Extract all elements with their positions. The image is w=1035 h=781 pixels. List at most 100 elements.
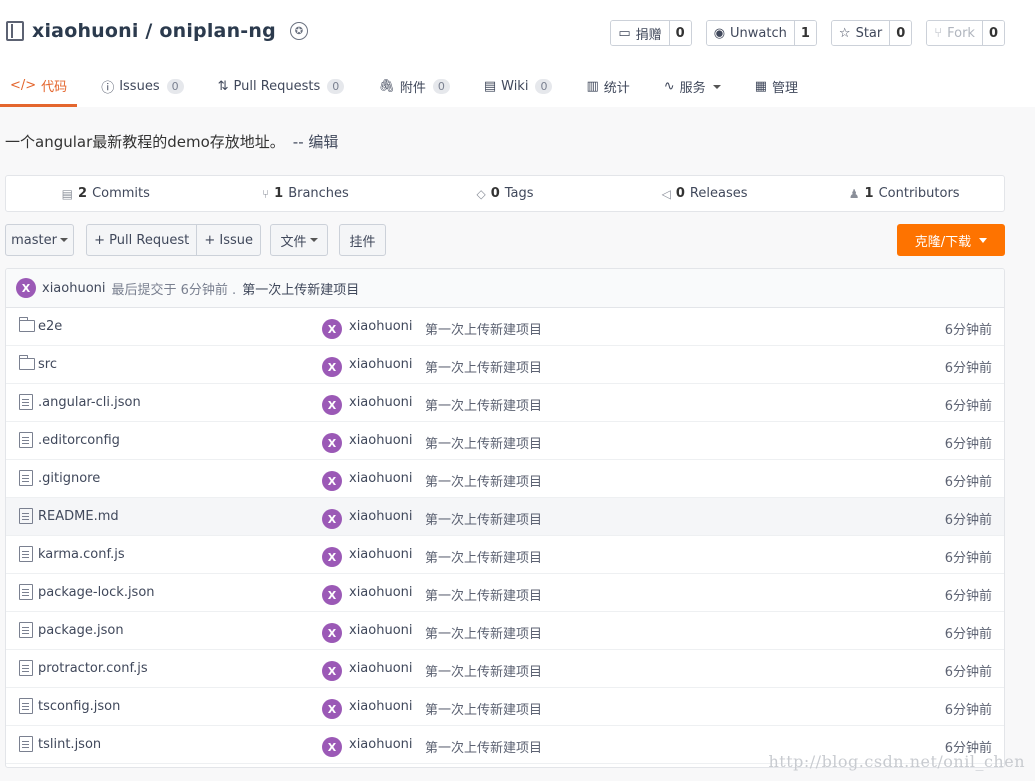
commit-author[interactable]: xiaohuoni (349, 547, 413, 562)
commit-author[interactable]: xiaohuoni (349, 319, 413, 334)
file-name-link[interactable]: .editorconfig (38, 433, 120, 448)
commit-author[interactable]: xiaohuoni (349, 471, 413, 486)
commit-author[interactable]: xiaohuoni (349, 661, 413, 676)
tab-pull-requests-label: Pull Requests (233, 79, 321, 94)
commit-author[interactable]: xiaohuoni (349, 357, 413, 372)
commit-author[interactable]: xiaohuoni (349, 699, 413, 714)
avatar[interactable]: X (322, 319, 342, 339)
table-row[interactable]: .gitignore Xxiaohuoni 第一次上传新建项目 6分钟前 (6, 460, 1004, 498)
watch-count[interactable]: 1 (793, 21, 816, 45)
avatar[interactable]: X (322, 471, 342, 491)
donate-count[interactable]: 0 (668, 21, 691, 45)
commit-message-link[interactable]: 第一次上传新建项目 (425, 661, 542, 680)
table-row[interactable]: package.json Xxiaohuoni 第一次上传新建项目 6分钟前 (6, 612, 1004, 650)
file-name-link[interactable]: package.json (38, 623, 124, 638)
file-name-link[interactable]: .angular-cli.json (38, 395, 141, 410)
file-name-link[interactable]: README.md (38, 509, 119, 524)
tab-manage[interactable]: ▦ 管理 (745, 66, 808, 107)
commit-message-link[interactable]: 第一次上传新建项目 (425, 699, 542, 718)
commit-message-link[interactable]: 第一次上传新建项目 (425, 319, 542, 338)
clone-label: 克隆/下载 (914, 234, 972, 250)
donate-button[interactable]: ▭ 捐赠 0 (610, 20, 692, 46)
commit-message-link[interactable]: 第一次上传新建项目 (425, 547, 542, 566)
file-name-link[interactable]: protractor.conf.js (38, 661, 148, 676)
commit-message-link[interactable]: 第一次上传新建项目 (425, 585, 542, 604)
chevron-down-icon (979, 237, 988, 243)
avatar[interactable]: X (322, 433, 342, 453)
unwatch-button[interactable]: ◉ Unwatch 1 (705, 20, 817, 46)
tab-issues[interactable]: ⓘ Issues 0 (91, 66, 193, 107)
stat-releases[interactable]: ◁ 0 Releases (605, 176, 805, 211)
avatar[interactable]: X (322, 357, 342, 377)
commit-message-link[interactable]: 第一次上传新建项目 (425, 433, 542, 452)
table-row[interactable]: karma.conf.js Xxiaohuoni 第一次上传新建项目 6分钟前 (6, 536, 1004, 574)
avatar[interactable]: X (322, 395, 342, 415)
file-name-link[interactable]: package-lock.json (38, 585, 155, 600)
commit-author[interactable]: xiaohuoni (349, 433, 413, 448)
fork-button[interactable]: ⑂ Fork 0 (926, 20, 1005, 46)
stat-contributors[interactable]: ♟ 1 Contributors (804, 176, 1004, 211)
widget-button[interactable]: 挂件 (339, 224, 386, 256)
avatar[interactable]: X (322, 623, 342, 643)
commit-message-link[interactable]: 第一次上传新建项目 (425, 395, 542, 414)
stat-tags[interactable]: ◇ 0 Tags (405, 176, 605, 211)
commit-author[interactable]: xiaohuoni (349, 737, 413, 752)
chevron-down-icon (309, 238, 318, 242)
commit-author[interactable]: xiaohuoni (349, 395, 413, 410)
commit-message-link[interactable]: 第一次上传新建项目 (425, 509, 542, 528)
tab-wiki[interactable]: ▤ Wiki 0 (474, 66, 563, 107)
new-pull-request-button[interactable]: + Pull Request (87, 233, 196, 248)
avatar[interactable]: X (322, 699, 342, 719)
new-issue-button[interactable]: + Issue (197, 233, 260, 248)
avatar[interactable]: X (16, 278, 36, 298)
last-commit-message[interactable]: 第一次上传新建项目 (242, 279, 359, 298)
commit-message-link[interactable]: 第一次上传新建项目 (425, 471, 542, 490)
branches-count: 1 (274, 186, 284, 201)
table-row[interactable]: .angular-cli.json Xxiaohuoni 第一次上传新建项目 6分钟前 (6, 384, 1004, 422)
commit-message-link[interactable]: 第一次上传新建项目 (425, 357, 542, 376)
file-name-link[interactable]: src (38, 357, 57, 372)
table-row[interactable]: src Xxiaohuoni 第一次上传新建项目 6分钟前 (6, 346, 1004, 384)
avatar[interactable]: X (322, 661, 342, 681)
edit-description-link[interactable]: -- 编辑 (293, 133, 339, 151)
commit-author[interactable]: xiaohuoni (349, 585, 413, 600)
avatar[interactable]: X (322, 509, 342, 529)
tab-code[interactable]: </> 代码 (0, 66, 78, 107)
contributors-label: Contributors (878, 186, 960, 201)
star-count[interactable]: 0 (889, 21, 912, 45)
commit-message-link[interactable]: 第一次上传新建项目 (425, 737, 542, 756)
file-name-link[interactable]: .gitignore (38, 471, 100, 486)
commit-author[interactable]: xiaohuoni (349, 623, 413, 638)
file-name-link[interactable]: e2e (38, 319, 62, 334)
avatar[interactable]: X (322, 585, 342, 605)
commit-time: 6分钟前 (944, 703, 992, 718)
file-name-link[interactable]: tsconfig.json (38, 699, 120, 714)
clone-download-button[interactable]: 克隆/下载 (897, 224, 1005, 256)
file-name-link[interactable]: karma.conf.js (38, 547, 125, 562)
badge-icon[interactable]: ✪ (289, 22, 308, 40)
table-row[interactable]: README.md Xxiaohuoni 第一次上传新建项目 6分钟前 (6, 498, 1004, 536)
tab-services[interactable]: ∿ 服务 (654, 66, 731, 107)
files-menu-button[interactable]: 文件 (270, 224, 328, 256)
table-row[interactable]: tsconfig.json Xxiaohuoni 第一次上传新建项目 6分钟前 (6, 688, 1004, 726)
tab-stats[interactable]: ▥ 统计 (576, 66, 639, 107)
star-button[interactable]: ☆ Star 0 (830, 20, 913, 46)
avatar[interactable]: X (322, 737, 342, 757)
tab-pull-requests[interactable]: ⇅ Pull Requests 0 (208, 66, 355, 107)
commit-author[interactable]: xiaohuoni (349, 509, 413, 524)
table-row[interactable]: package-lock.json Xxiaohuoni 第一次上传新建项目 6分钟前 (6, 574, 1004, 612)
table-row[interactable]: .editorconfig Xxiaohuoni 第一次上传新建项目 6分钟前 (6, 422, 1004, 460)
commit-time: 6分钟前 (944, 589, 992, 604)
table-row[interactable]: e2e Xxiaohuoni 第一次上传新建项目 6分钟前 (6, 308, 1004, 346)
avatar[interactable]: X (322, 547, 342, 567)
table-row[interactable]: protractor.conf.js Xxiaohuoni 第一次上传新建项目 6分钟… (6, 650, 1004, 688)
stat-branches[interactable]: ⑂ 1 Branches (206, 176, 406, 211)
commit-message-link[interactable]: 第一次上传新建项目 (425, 623, 542, 642)
tab-attachments[interactable]: 🖇 附件 0 (368, 66, 460, 107)
stat-commits[interactable]: ▤ 2 Commits (6, 176, 206, 211)
branch-select[interactable]: master (5, 224, 74, 256)
file-name-link[interactable]: tslint.json (38, 737, 101, 752)
repo-title[interactable]: xiaohuoni / oniplan-ng (32, 20, 276, 42)
last-commit-author[interactable]: xiaohuoni (42, 281, 106, 296)
fork-count[interactable]: 0 (981, 21, 1004, 45)
